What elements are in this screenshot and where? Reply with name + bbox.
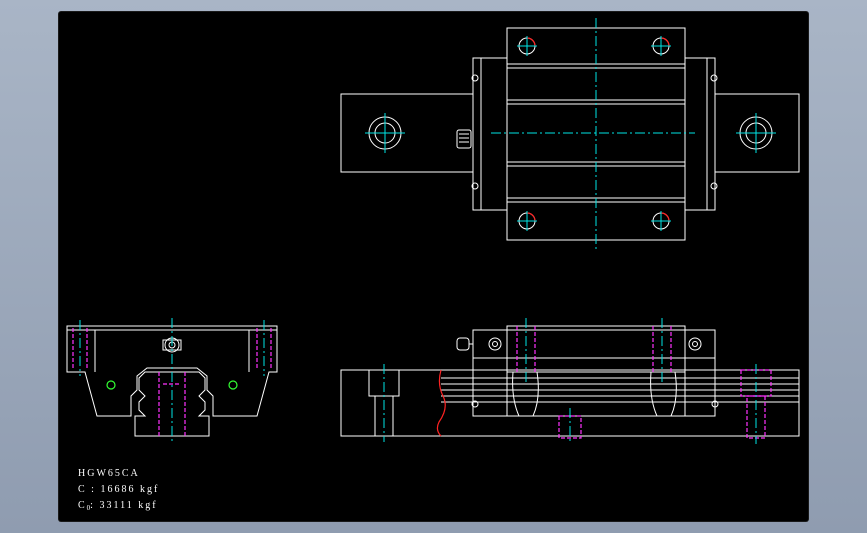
model-label: HGW65CA [78,468,140,479]
block-side [472,329,716,417]
cad-window: HGW65CA C : 16686 kgf C0: 33111 kgf [0,0,867,533]
break-line [436,369,446,437]
seal-screw-left [488,337,502,351]
drawing-canvas[interactable]: HGW65CA C : 16686 kgf C0: 33111 kgf [59,12,808,521]
dynamic-load-value: 16686 kgf [100,484,160,495]
grease-nipple-side-view [456,337,473,351]
dynamic-load-label: C : 16686 kgf [78,484,159,495]
seal-screw-right [688,337,702,351]
dynamic-load-symbol: C [78,484,87,495]
static-load-label: C0: 33111 kgf [78,500,158,512]
static-load-value: 33111 kgf [99,500,158,511]
side-view [340,318,800,444]
static-load-separator: : [90,500,95,511]
static-load-symbol: C [78,500,87,511]
dynamic-load-separator: : [91,484,96,495]
